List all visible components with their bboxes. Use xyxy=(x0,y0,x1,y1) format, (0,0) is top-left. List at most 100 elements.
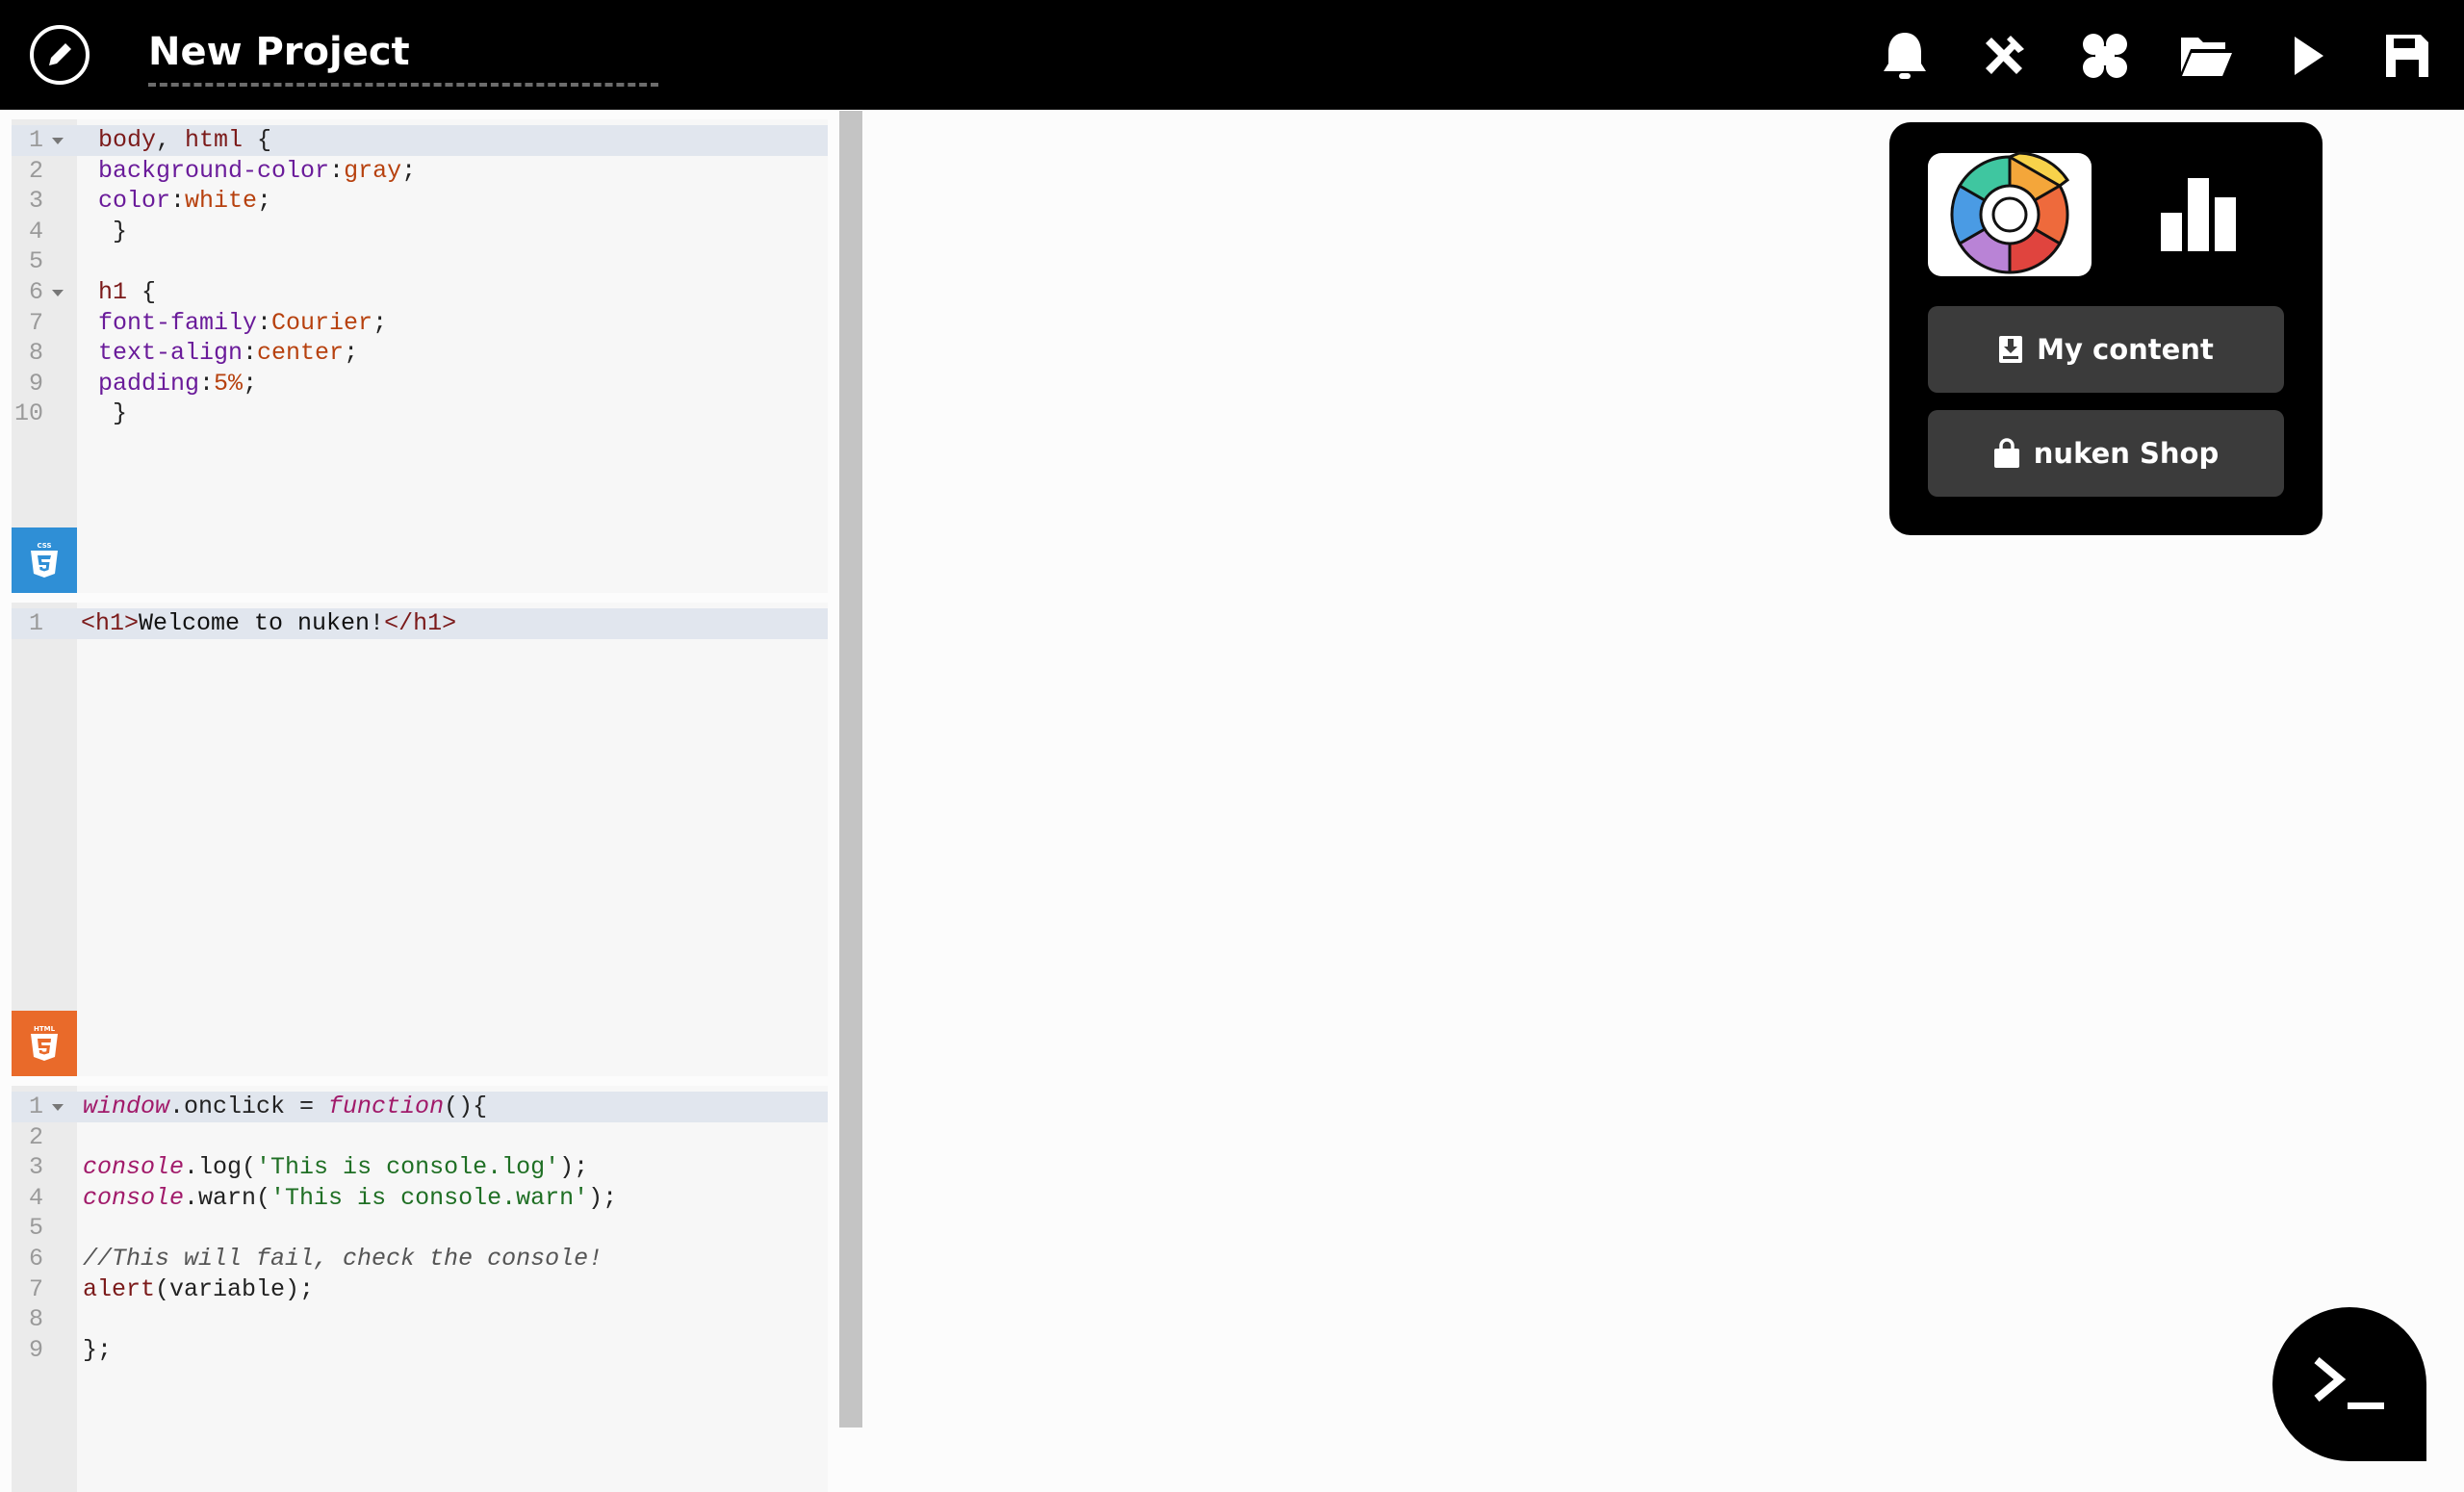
fold-arrow-icon[interactable] xyxy=(52,1104,64,1111)
code-line[interactable]: 7 alert(variable); xyxy=(12,1274,828,1305)
console-button[interactable] xyxy=(2272,1307,2426,1461)
nuken-shop-button[interactable]: nuken Shop xyxy=(1928,410,2284,497)
fold-arrow-icon[interactable] xyxy=(52,290,64,296)
code-line[interactable]: 7 font-family:Courier; xyxy=(12,308,828,339)
code-line[interactable]: 6 h1 { xyxy=(12,277,828,308)
code-token: font-family xyxy=(98,308,258,337)
code-token: (variable); xyxy=(155,1274,315,1303)
code-line[interactable]: 5 xyxy=(12,246,828,277)
my-content-button[interactable]: My content xyxy=(1928,306,2284,393)
code-token: (){ xyxy=(444,1093,488,1120)
code-token: ; xyxy=(243,369,258,398)
code-line[interactable]: 3 console.log('This is console.log'); xyxy=(12,1152,828,1183)
code-token: : xyxy=(257,308,272,337)
line-number: 5 xyxy=(28,247,43,276)
folder-icon[interactable] xyxy=(2179,29,2233,83)
code-text: alert(variable); xyxy=(83,1274,314,1305)
fold-arrow-icon[interactable] xyxy=(52,138,64,144)
code-line[interactable]: 5 xyxy=(12,1213,828,1244)
code-token: ; xyxy=(257,187,272,216)
code-token: h1 xyxy=(98,278,128,306)
app-window: New Project CSS 1 body, html {2 backgro… xyxy=(0,0,2464,1492)
code-text: color:white; xyxy=(98,186,271,217)
code-line[interactable]: 9}; xyxy=(12,1335,828,1366)
code-text: padding:5%; xyxy=(98,369,257,399)
code-token: .onclick = xyxy=(169,1093,329,1120)
code-text: }; xyxy=(83,1335,112,1366)
line-number: 2 xyxy=(28,1122,43,1151)
edit-icon[interactable] xyxy=(28,23,91,87)
code-line[interactable]: 10 } xyxy=(12,399,828,429)
code-token: html xyxy=(185,126,244,154)
code-token: text-align xyxy=(98,339,244,368)
html-editor[interactable]: HTML 1 <h1>Welcome to nuken!</h1> xyxy=(12,603,828,1076)
tools-dropdown: My content nuken Shop xyxy=(1889,122,2323,535)
code-token: ; xyxy=(372,308,388,337)
line-number: 2 xyxy=(28,156,43,185)
code-token: function xyxy=(328,1093,445,1120)
line-number: 6 xyxy=(28,1245,43,1273)
line-number: 3 xyxy=(28,1153,43,1182)
bell-icon[interactable] xyxy=(1878,29,1932,83)
code-text: body, html { xyxy=(98,125,271,156)
code-line[interactable]: 4 } xyxy=(12,217,828,247)
code-token: window xyxy=(83,1093,170,1120)
shopping-bag-icon xyxy=(1993,438,2019,468)
svg-text:CSS: CSS xyxy=(37,542,51,550)
code-token: console xyxy=(83,1153,185,1182)
my-content-label: My content xyxy=(2037,333,2214,366)
save-icon[interactable] xyxy=(2380,29,2434,83)
code-line[interactable]: 3 color:white; xyxy=(12,186,828,217)
line-number: 5 xyxy=(28,1214,43,1243)
code-line[interactable]: 2 background-color:gray; xyxy=(12,156,828,187)
line-number: 10 xyxy=(13,399,43,428)
line-number: 4 xyxy=(28,1183,43,1212)
code-token: : xyxy=(329,156,345,185)
apps-icon[interactable] xyxy=(2078,29,2132,83)
code-token: }; xyxy=(83,1335,113,1364)
title-underline xyxy=(148,83,658,87)
code-token: center xyxy=(257,339,345,368)
code-token: body xyxy=(98,126,157,154)
code-line[interactable]: 1 body, html { xyxy=(12,125,828,156)
js-editor[interactable]: 1 window.onclick = function(){ 2 3 console.l… xyxy=(12,1086,828,1492)
tools-icon[interactable] xyxy=(1977,29,2031,83)
line-number: 1 xyxy=(28,1093,43,1120)
code-token: .log( xyxy=(184,1153,257,1182)
css-editor[interactable]: CSS 1 body, html {2 background-color:gray;… xyxy=(12,119,828,593)
code-token: , xyxy=(156,126,186,154)
code-token: { xyxy=(243,126,272,154)
code-token: ); xyxy=(588,1183,618,1212)
code-token: 'This is console.log' xyxy=(256,1153,560,1182)
bar-chart-icon[interactable] xyxy=(2159,176,2238,251)
line-number: 8 xyxy=(28,339,43,368)
code-line[interactable]: 8 text-align:center; xyxy=(12,338,828,369)
pane-splitter[interactable] xyxy=(839,111,862,1428)
code-text: font-family:Courier; xyxy=(98,308,387,339)
code-token: alert xyxy=(83,1274,156,1303)
html-gutter xyxy=(12,603,77,1076)
code-token: padding xyxy=(98,369,200,398)
code-token: Welcome to nuken! xyxy=(139,609,385,637)
code-line[interactable]: 1 <h1>Welcome to nuken!</h1> xyxy=(12,608,828,639)
color-wheel-app[interactable] xyxy=(1928,151,2092,276)
code-line[interactable]: 4 console.warn('This is console.warn'); xyxy=(12,1183,828,1214)
code-line[interactable]: 6 //This will fail, check the console! xyxy=(12,1244,828,1274)
code-line[interactable]: 2 xyxy=(12,1122,828,1153)
project-title[interactable]: New Project xyxy=(148,25,410,79)
code-token: console xyxy=(83,1183,185,1212)
code-line[interactable]: 9 padding:5%; xyxy=(12,369,828,399)
line-number: 9 xyxy=(28,369,43,398)
terminal-icon xyxy=(2314,1356,2384,1409)
code-text: background-color:gray; xyxy=(98,156,416,187)
code-token: 5% xyxy=(214,369,244,398)
play-icon[interactable] xyxy=(2281,29,2335,83)
code-line[interactable]: 1 window.onclick = function(){ xyxy=(12,1092,828,1122)
code-token: : xyxy=(199,369,215,398)
code-text: h1 { xyxy=(98,277,156,308)
code-line[interactable]: 8 xyxy=(12,1304,828,1335)
line-number: 7 xyxy=(28,1274,43,1303)
code-text: window.onclick = function(){ xyxy=(83,1092,487,1122)
color-wheel-icon xyxy=(1950,151,2070,274)
svg-text:HTML: HTML xyxy=(34,1025,56,1033)
